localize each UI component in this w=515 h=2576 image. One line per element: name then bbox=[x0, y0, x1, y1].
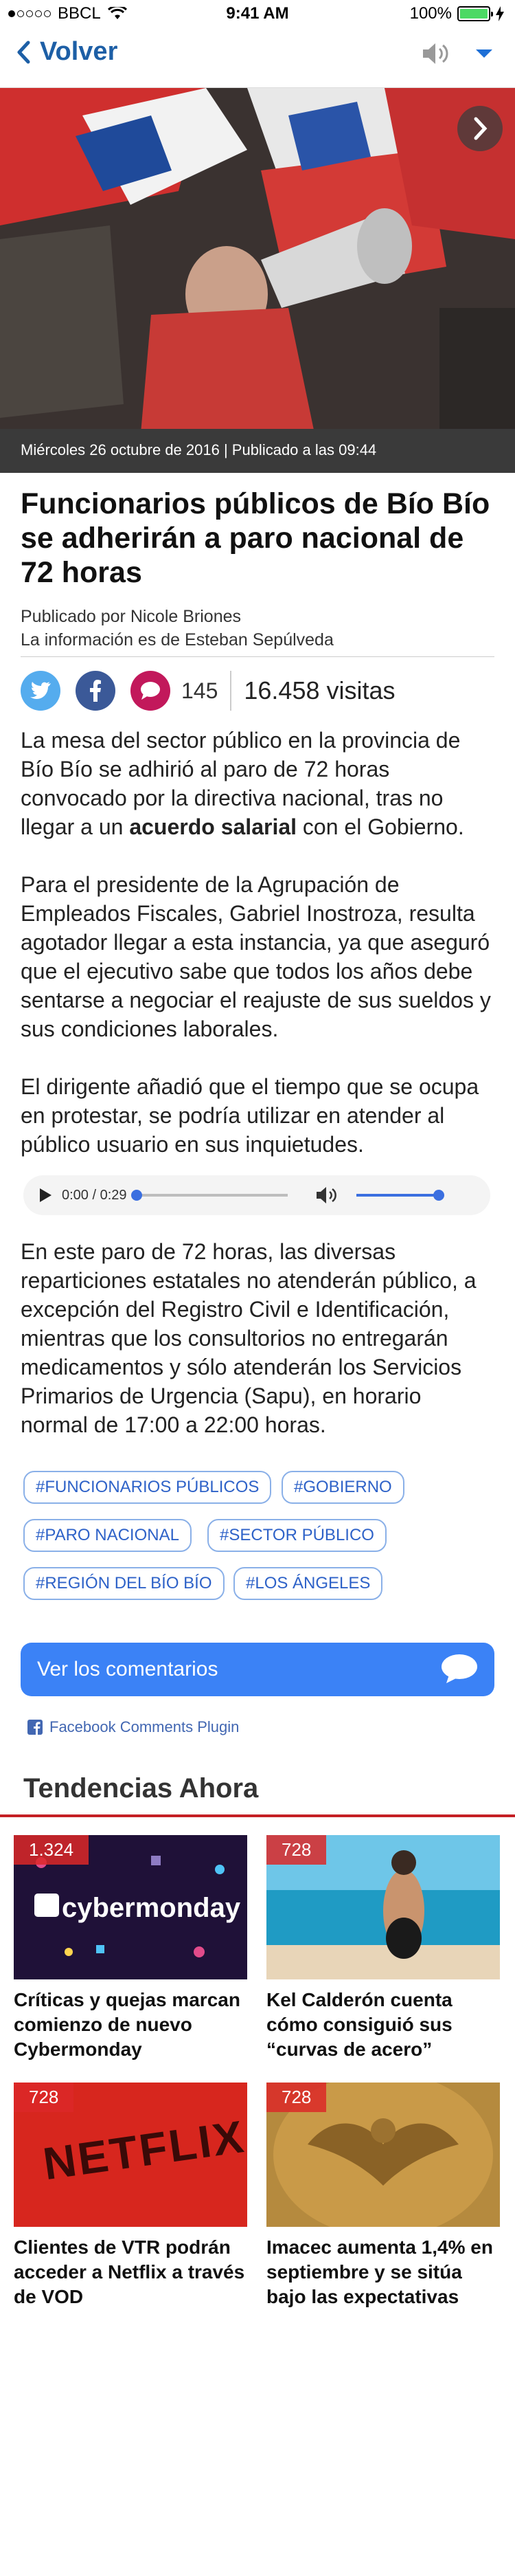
card-count-badge: 1.324 bbox=[14, 1835, 89, 1865]
volume-knob[interactable] bbox=[433, 1190, 444, 1201]
audio-progress-knob[interactable] bbox=[130, 1190, 142, 1201]
plugin-label: Facebook Comments Plugin bbox=[49, 1718, 240, 1735]
next-slide-button[interactable] bbox=[457, 106, 503, 151]
trending-card[interactable]: 728 Imacec aumenta 1,4% en septiembre y … bbox=[266, 2083, 500, 2309]
tag-chip[interactable]: #FUNCIONARIOS PÚBLICOS bbox=[23, 1471, 272, 1504]
twitter-share-button[interactable] bbox=[21, 671, 60, 711]
paragraph-4: En este paro de 72 horas, las diversas r… bbox=[21, 1239, 477, 1437]
paragraph-text: con el Gobierno. bbox=[297, 814, 464, 839]
battery-percent: 100% bbox=[409, 4, 452, 23]
trending-card[interactable]: cybermonday 1.324 Críticas y quejas marc… bbox=[14, 1835, 247, 2062]
card-image-text: NETFLIX bbox=[40, 2110, 247, 2190]
article-title: Funcionarios públicos de Bío Bío se adhe… bbox=[21, 487, 490, 589]
comments-count-button[interactable] bbox=[130, 671, 170, 711]
speech-bubble-icon bbox=[442, 1654, 477, 1683]
author-line: Publicado por Nicole Briones bbox=[21, 607, 242, 626]
volume-icon[interactable] bbox=[315, 1186, 339, 1205]
facebook-square-icon bbox=[27, 1720, 43, 1735]
volume-slider[interactable] bbox=[356, 1190, 444, 1201]
audio-progress-bar[interactable] bbox=[130, 1190, 288, 1201]
trending-title: Tendencias Ahora bbox=[23, 1773, 259, 1803]
audio-player: 0:00 / 0:29 bbox=[23, 1175, 490, 1215]
chevron-left-icon bbox=[17, 41, 30, 63]
chevron-down-icon[interactable] bbox=[474, 47, 494, 60]
tag-chip[interactable]: #GOBIERNO bbox=[282, 1471, 404, 1504]
tag-chip[interactable]: #REGIÓN DEL BÍO BÍO bbox=[23, 1567, 225, 1600]
battery-icon bbox=[457, 6, 493, 21]
card-count-badge: 728 bbox=[266, 2083, 327, 2112]
card-title: Imacec aumenta 1,4% en septiembre y se s… bbox=[266, 2236, 493, 2307]
card-count-badge: 728 bbox=[266, 1835, 327, 1865]
view-comments-label: Ver los comentarios bbox=[37, 1658, 218, 1680]
byline: Publicado por Nicole Briones La informac… bbox=[21, 605, 334, 652]
twitter-icon bbox=[30, 682, 51, 699]
play-icon[interactable] bbox=[38, 1188, 52, 1203]
trending-divider bbox=[0, 1814, 515, 1817]
paragraph-3: El dirigente añadió que el tiempo que se… bbox=[21, 1074, 479, 1157]
back-button[interactable]: Volver bbox=[16, 37, 117, 67]
facebook-comments-plugin[interactable]: Facebook Comments Plugin bbox=[27, 1718, 239, 1736]
hero-photo bbox=[0, 88, 515, 473]
speaker-icon[interactable] bbox=[420, 40, 452, 67]
divider bbox=[21, 656, 494, 657]
visits-count: 16.458 visitas bbox=[244, 676, 396, 704]
keyword-link: acuerdo salarial bbox=[129, 814, 297, 839]
back-label: Volver bbox=[40, 37, 118, 66]
comment-icon bbox=[141, 682, 160, 700]
card-image-text: cybermonday bbox=[62, 1893, 241, 1923]
tag-chip[interactable]: #SECTOR PÚBLICO bbox=[207, 1519, 387, 1552]
hero-caption: Miércoles 26 octubre de 2016 | Publicado… bbox=[0, 429, 515, 473]
chevron-right-icon bbox=[474, 117, 488, 140]
nav-bar: Volver bbox=[0, 27, 515, 88]
trending-card[interactable]: NETFLIX 728 Clientes de VTR podrán acced… bbox=[14, 2083, 247, 2309]
card-image: 728 bbox=[266, 2083, 500, 2227]
trending-card[interactable]: 728 Kel Calderón cuenta cómo consiguió s… bbox=[266, 1835, 500, 2062]
social-bar: 145 16.458 visitas bbox=[21, 667, 494, 715]
card-image: 728 bbox=[266, 1835, 500, 1979]
card-title: Críticas y quejas marcan comienzo de nue… bbox=[14, 1989, 240, 2060]
audio-time: 0:00 / 0:29 bbox=[62, 1187, 127, 1203]
status-bar: BBCL 9:41 AM 100% bbox=[0, 0, 515, 27]
card-title: Kel Calderón cuenta cómo consiguió sus “… bbox=[266, 1989, 453, 2060]
card-title: Clientes de VTR podrán acceder a Netflix… bbox=[14, 2236, 245, 2307]
facebook-icon bbox=[90, 680, 101, 702]
card-image: cybermonday 1.324 bbox=[14, 1835, 247, 1979]
comments-count: 145 bbox=[181, 678, 218, 703]
facebook-share-button[interactable] bbox=[76, 671, 115, 711]
view-comments-button[interactable]: Ver los comentarios bbox=[21, 1643, 494, 1696]
separator bbox=[230, 671, 232, 711]
paragraph-1: La mesa del sector público en la provinc… bbox=[21, 726, 494, 841]
tag-chip[interactable]: #PARO NACIONAL bbox=[23, 1519, 192, 1552]
hero-image bbox=[0, 88, 515, 473]
card-image: NETFLIX 728 bbox=[14, 2083, 247, 2227]
source-line: La información es de Esteban Sepúlveda bbox=[21, 630, 334, 649]
tag-chip[interactable]: #LOS ÁNGELES bbox=[233, 1567, 383, 1600]
card-count-badge: 728 bbox=[14, 2083, 74, 2112]
charging-icon bbox=[496, 6, 504, 21]
paragraph-2: Para el presidente de la Agrupación de E… bbox=[21, 872, 491, 1041]
